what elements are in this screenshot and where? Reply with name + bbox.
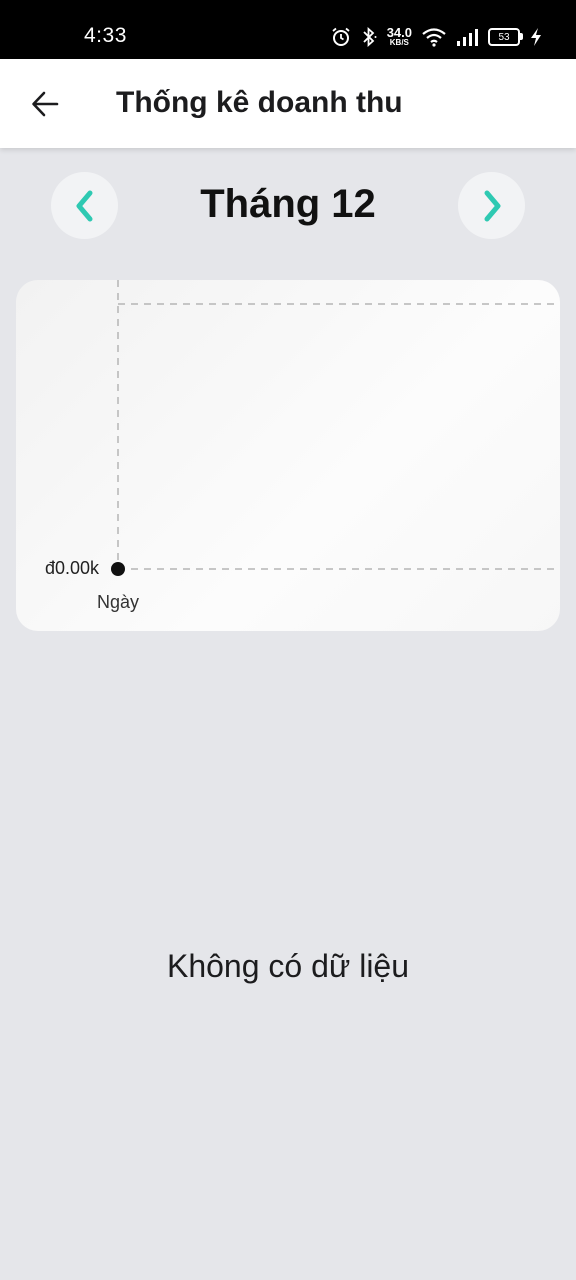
app-bar: Thống kê doanh thu	[0, 59, 576, 148]
x-axis-label: Ngày	[97, 592, 139, 612]
bluetooth-icon	[363, 27, 377, 47]
revenue-chart: đ0.00k Ngày	[45, 280, 560, 612]
chevron-right-icon	[484, 190, 500, 221]
battery-icon: 53	[488, 28, 523, 46]
arrow-left-icon	[32, 91, 59, 117]
speed-unit: KB/S	[389, 38, 409, 47]
revenue-chart-card: đ0.00k Ngày	[16, 280, 560, 631]
next-month-button[interactable]	[458, 172, 525, 239]
alarm-icon	[332, 27, 350, 46]
status-time: 4:33	[84, 24, 127, 47]
data-point	[111, 562, 125, 576]
wifi-icon	[422, 28, 446, 47]
page-title: Thống kê doanh thu	[116, 86, 403, 119]
y-tick-label: đ0.00k	[45, 558, 100, 578]
network-speed: 34.0 KB/S	[386, 25, 412, 47]
signal-icon	[457, 29, 478, 46]
empty-state-message: Không có dữ liệu	[166, 948, 410, 984]
status-icons: 34.0 KB/S 53	[331, 24, 542, 50]
battery-level: 53	[498, 31, 510, 43]
back-button[interactable]	[24, 83, 66, 125]
charging-icon	[531, 28, 541, 46]
speed-value: 34.0	[386, 25, 412, 40]
